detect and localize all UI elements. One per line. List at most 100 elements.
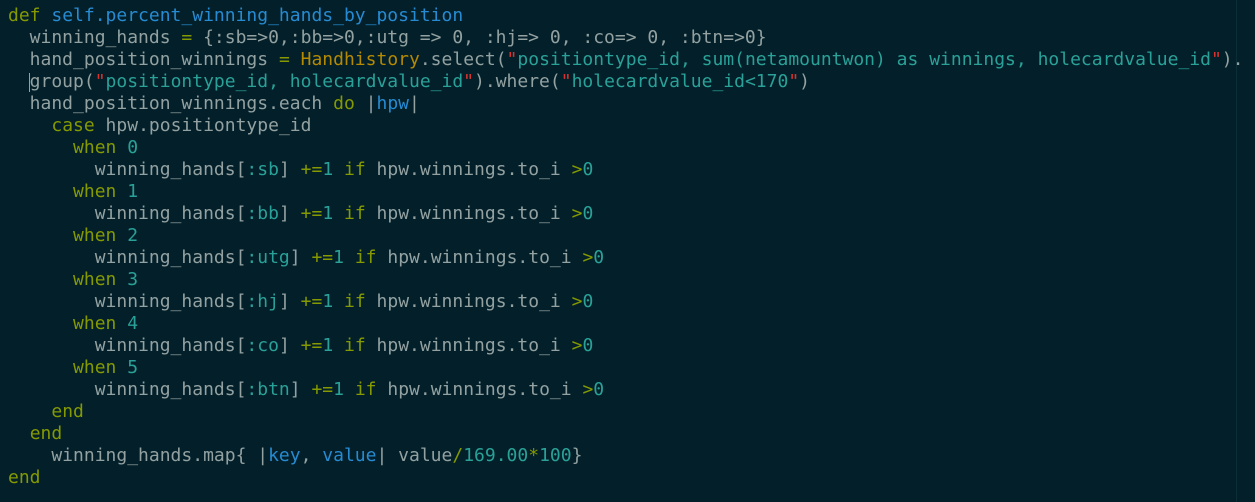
code-line[interactable]: end <box>8 467 1243 489</box>
code-token: winning_hands.map{ | <box>8 445 269 466</box>
code-line[interactable]: when 5 <box>8 357 1243 379</box>
code-token: " <box>788 71 800 92</box>
code-token: 0 <box>582 203 594 224</box>
code-token: :sb <box>246 159 279 180</box>
code-token: 100 <box>539 445 572 466</box>
code-token: " <box>506 49 518 70</box>
code-line[interactable]: winning_hands[:bb] +=1 if hpw.winnings.t… <box>8 203 1243 225</box>
code-token: :co <box>246 335 279 356</box>
code-token: += <box>300 291 323 312</box>
code-token: 169.00 <box>463 445 529 466</box>
code-token: += <box>311 379 334 400</box>
code-token: += <box>311 247 334 268</box>
code-token: hpw.winnings.to_i <box>365 335 572 356</box>
code-token: if <box>344 335 366 356</box>
code-token: when <box>73 357 117 378</box>
code-token: 5 <box>127 357 139 378</box>
code-token: end <box>51 401 84 422</box>
code-token: ] <box>278 291 301 312</box>
code-token: 1 <box>333 247 344 268</box>
code-line[interactable]: def self.percent_winning_hands_by_positi… <box>8 5 1243 27</box>
code-line[interactable]: winning_hands[:hj] +=1 if hpw.winnings.t… <box>8 291 1243 313</box>
code-line[interactable]: when 0 <box>8 137 1243 159</box>
code-line[interactable]: when 1 <box>8 181 1243 203</box>
code-token: ) <box>799 71 810 92</box>
code-token: winning_hands[ <box>8 291 247 312</box>
code-token: winning_hands[ <box>8 247 247 268</box>
code-token: ] <box>278 203 301 224</box>
code-line[interactable]: winning_hands[:utg] +=1 if hpw.winnings.… <box>8 247 1243 269</box>
code-token: 1 <box>127 181 139 202</box>
code-token: * <box>528 445 540 466</box>
code-token: ] <box>289 247 312 268</box>
code-token: } <box>571 445 583 466</box>
code-token: += <box>300 203 323 224</box>
code-token: 0 <box>582 291 594 312</box>
code-token: / <box>452 445 464 466</box>
code-line[interactable]: case hpw.positiontype_id <box>8 115 1243 137</box>
code-token: {:sb=>0,:bb=>0,:utg => 0, :hj=> 0, :co=>… <box>192 27 767 48</box>
code-line[interactable]: hand_position_winnings = Handhistory.sel… <box>8 49 1244 71</box>
code-token: holecardvalue_id<170 <box>571 71 789 92</box>
code-line[interactable]: end <box>8 423 1243 445</box>
code-token: when <box>73 269 117 290</box>
code-token: > <box>582 247 594 268</box>
code-line[interactable]: winning_hands.map{ |key, value| value/16… <box>8 445 1243 467</box>
code-token: .select( <box>419 49 507 70</box>
code-token: ] <box>278 335 301 356</box>
code-token: when <box>73 181 117 202</box>
code-token: when <box>73 137 117 158</box>
code-line[interactable]: hand_position_winnings.each do |hpw| <box>8 93 1243 115</box>
code-token: ). <box>1221 49 1244 70</box>
code-line[interactable]: end <box>8 401 1243 423</box>
code-token: winning_hands[ <box>8 159 247 180</box>
code-token: | value <box>376 445 453 466</box>
code-token: 0 <box>127 137 139 158</box>
code-token: def <box>8 5 41 26</box>
code-line[interactable]: winning_hands = {:sb=>0,:bb=>0,:utg => 0… <box>8 27 1243 49</box>
code-line[interactable]: winning_hands[:co] +=1 if hpw.winnings.t… <box>8 335 1243 357</box>
code-token: hpw.winnings.to_i <box>376 247 583 268</box>
code-token: " <box>463 71 475 92</box>
code-editor[interactable]: def self.percent_winning_hands_by_positi… <box>8 5 1243 489</box>
code-token: key <box>268 445 301 466</box>
code-line[interactable]: when 4 <box>8 313 1243 335</box>
code-token: " <box>1210 49 1222 70</box>
code-token: positiontype_id, holecardvalue_id <box>105 71 464 92</box>
code-token: :bb <box>246 203 279 224</box>
code-token: :utg <box>246 247 290 268</box>
code-line[interactable]: when 3 <box>8 269 1243 291</box>
code-line[interactable]: winning_hands[:sb] +=1 if hpw.winnings.t… <box>8 159 1243 181</box>
code-token: 3 <box>127 269 139 290</box>
code-line[interactable]: when 2 <box>8 225 1243 247</box>
code-token: self.percent_winning_hands_by_position <box>40 5 464 26</box>
code-token: ] <box>289 379 312 400</box>
code-token: :hj <box>246 291 279 312</box>
code-token: 4 <box>127 313 139 334</box>
code-token: winning_hands[ <box>8 379 247 400</box>
code-token: = <box>278 49 290 70</box>
code-token: 1 <box>322 203 334 224</box>
code-token: end <box>29 423 63 444</box>
code-token: hpw.winnings.to_i <box>365 203 572 224</box>
code-token: > <box>571 203 583 224</box>
code-line[interactable]: group("positiontype_id, holecardvalue_id… <box>8 71 1243 93</box>
code-token: hpw.winnings.to_i <box>365 159 572 180</box>
code-token: ).where( <box>474 71 561 92</box>
code-token: hand_position_winnings <box>8 49 279 70</box>
code-line[interactable]: winning_hands[:btn] +=1 if hpw.winnings.… <box>8 379 1243 401</box>
code-token: when <box>73 313 117 334</box>
